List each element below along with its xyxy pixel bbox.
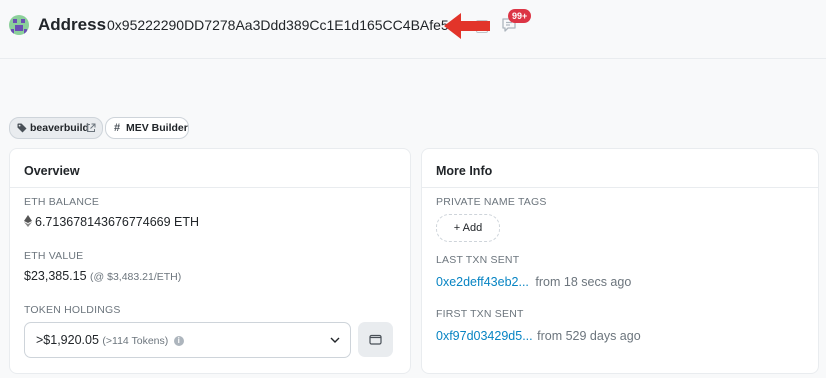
ethereum-icon [24, 215, 32, 227]
page-title: Address [38, 15, 107, 34]
chevron-down-icon [330, 337, 340, 343]
eth-balance-value: 6.713678143676774669 ETH [35, 215, 200, 229]
hash-icon: # [114, 122, 121, 134]
address-avatar [9, 15, 29, 35]
annotation-arrow-icon [444, 13, 490, 39]
wallet-icon [369, 334, 382, 345]
tag-mev-builder[interactable]: # MEV Builder [105, 117, 189, 139]
tag-label: MEV Builder [126, 122, 188, 134]
token-holdings-count: (>114 Tokens) [102, 335, 169, 347]
eth-balance-label: ETH BALANCE [24, 196, 100, 208]
overview-title: Overview [24, 164, 80, 178]
plus-icon: + [453, 222, 461, 234]
comment-count-badge: 99+ [508, 9, 532, 23]
more-info-title: More Info [436, 164, 493, 178]
first-txn-time: from 529 days ago [537, 329, 641, 343]
eth-value-rate: (@ $3,483.21/ETH) [90, 271, 182, 283]
token-holdings-value: >$1,920.05 [36, 333, 99, 347]
last-txn-label: LAST TXN SENT [436, 254, 520, 266]
last-txn-row: 0xe2deff43eb2... from 18 secs ago [436, 275, 631, 289]
last-txn-time: from 18 secs ago [535, 275, 632, 289]
eth-value-row: $23,385.15 (@ $3,483.21/ETH) [24, 269, 181, 283]
add-label: Add [462, 222, 483, 234]
last-txn-hash-link[interactable]: 0xe2deff43eb2... [436, 275, 529, 289]
card-divider [422, 187, 818, 188]
external-link-icon[interactable] [86, 123, 96, 133]
info-icon[interactable]: i [173, 336, 184, 346]
add-private-tag-button[interactable]: + Add [436, 214, 500, 242]
overview-card: Overview ETH BALANCE 6.71367814367677466… [9, 148, 411, 374]
first-txn-row: 0xf97d03429d5... from 529 days ago [436, 329, 641, 343]
page-header: Address 0x95222290DD7278Aa3Ddd389Cc1E1d1… [0, 0, 826, 59]
token-holdings-dropdown[interactable]: >$1,920.05 (>114 Tokens) i [24, 322, 351, 358]
first-txn-label: FIRST TXN SENT [436, 308, 524, 320]
tag-beaverbuild[interactable]: beaverbuild [9, 117, 103, 139]
tag-icon [17, 123, 27, 133]
card-divider [10, 187, 410, 188]
tag-label: beaverbuild [30, 122, 89, 134]
private-name-tags-label: PRIVATE NAME TAGS [436, 196, 547, 208]
address-hash[interactable]: 0x95222290DD7278Aa3Ddd389Cc1E1d165CC4BAf… [107, 17, 449, 33]
wallet-button[interactable] [358, 322, 393, 357]
token-holdings-label: TOKEN HOLDINGS [24, 304, 121, 316]
eth-value-amount: $23,385.15 [24, 269, 87, 283]
eth-value-label: ETH VALUE [24, 250, 84, 262]
eth-balance-row: 6.713678143676774669 ETH [24, 215, 199, 229]
more-info-card: More Info PRIVATE NAME TAGS + Add LAST T… [421, 148, 819, 374]
first-txn-hash-link[interactable]: 0xf97d03429d5... [436, 329, 533, 343]
